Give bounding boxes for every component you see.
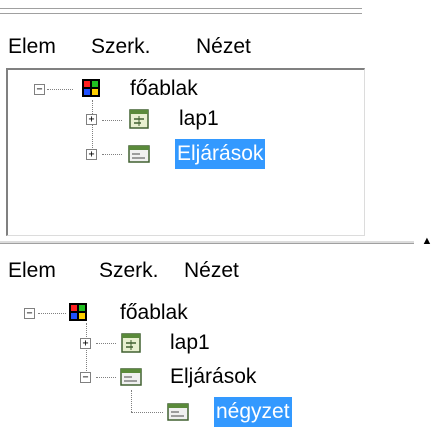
tree-node-root[interactable]: − főablak: [24, 298, 304, 328]
menu-bar-1: Elem Szerk. Nézet: [0, 30, 438, 64]
menu-nezet[interactable]: Nézet: [196, 30, 251, 64]
collapse-icon[interactable]: −: [34, 84, 45, 95]
window-app-icon: [82, 79, 100, 97]
tree-node-eljarasok[interactable]: − Eljárások: [76, 362, 326, 392]
tree-node-eljarasok[interactable]: + Eljárások: [82, 139, 332, 169]
tree-label-negyzet: négyzet: [214, 397, 292, 427]
tree-line: [131, 390, 132, 412]
top-divider: [0, 8, 362, 14]
menu-nezet[interactable]: Nézet: [184, 254, 239, 288]
menu-elem[interactable]: Elem: [8, 254, 56, 288]
menu-elem[interactable]: Elem: [8, 30, 56, 64]
tree-node-lap1[interactable]: + lap1: [76, 328, 326, 358]
menu-szerk[interactable]: Szerk.: [91, 30, 151, 64]
expand-icon[interactable]: +: [80, 338, 91, 349]
splitter-bar[interactable]: [0, 240, 414, 244]
tree-label-fo-ablak: főablak: [120, 301, 188, 324]
screenshot-canvas: Elem Szerk. Nézet − főablak + lap1 + Elj…: [0, 0, 438, 437]
procedure-icon: [167, 403, 189, 421]
form-icon: [121, 333, 141, 353]
tree-node-negyzet[interactable]: négyzet: [163, 397, 363, 427]
tree-node-root[interactable]: − főablak: [34, 74, 314, 104]
expand-icon[interactable]: +: [86, 114, 97, 125]
window-app-icon: [69, 303, 87, 321]
tree-line: [131, 412, 163, 413]
form-icon: [129, 109, 149, 129]
procedures-icon: [120, 368, 142, 386]
tree-label-lap1: lap1: [170, 331, 210, 354]
tree-label-eljarasok: Eljárások: [175, 139, 266, 169]
menu-bar-2: Elem Szerk. Nézet: [0, 254, 438, 288]
collapse-icon[interactable]: −: [24, 308, 35, 319]
splitter[interactable]: ▲: [0, 235, 438, 247]
expand-icon[interactable]: +: [86, 149, 97, 160]
collapse-icon[interactable]: −: [80, 372, 91, 383]
tree-label-eljarasok: Eljárások: [170, 365, 257, 388]
menu-szerk[interactable]: Szerk.: [99, 254, 159, 288]
tree-node-lap1[interactable]: + lap1: [82, 104, 332, 134]
procedures-icon: [128, 145, 150, 163]
tree-label-lap1: lap1: [179, 107, 219, 130]
scroll-up-icon[interactable]: ▲: [418, 235, 436, 247]
tree-label-fo-ablak: főablak: [130, 77, 198, 100]
